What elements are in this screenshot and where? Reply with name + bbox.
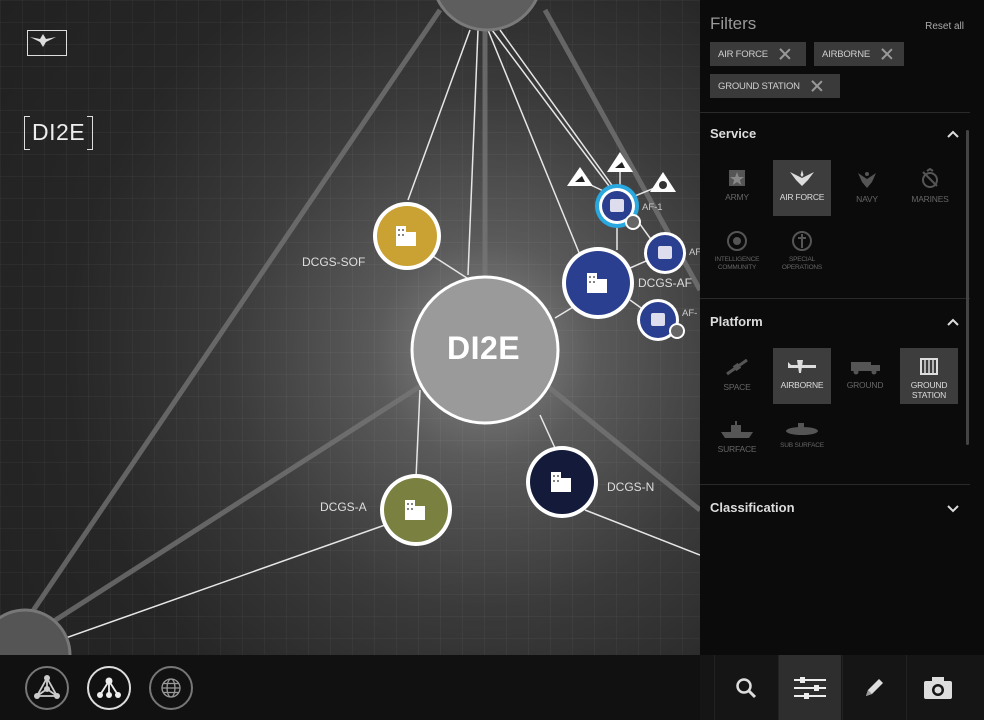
node-label-af-1: AF-1	[642, 202, 663, 213]
node-af-2[interactable]	[644, 232, 686, 274]
divider	[700, 298, 970, 299]
hierarchy-view-button[interactable]	[87, 666, 131, 710]
node-label-af-3: AF-	[682, 308, 698, 319]
satellite-icon	[726, 358, 748, 376]
service-tile-intelligence-community[interactable]: INTELLIGENCE COMMUNITY	[708, 222, 766, 278]
tile-label: SPECIAL OPERATIONS	[781, 256, 823, 271]
chip-label: AIR FORCE	[718, 48, 768, 60]
reset-all-link[interactable]: Reset all	[925, 21, 964, 32]
submarine-icon	[786, 423, 818, 435]
remove-chip-icon[interactable]	[810, 79, 824, 93]
platform-tile-space[interactable]: SPACE	[708, 348, 766, 404]
ship-icon	[721, 421, 753, 438]
special-ops-seal-icon	[792, 231, 812, 251]
filters-button[interactable]	[778, 655, 841, 720]
filter-chip-air-force[interactable]: AIR FORCE	[710, 42, 806, 66]
filter-chip-ground-station[interactable]: GROUND STATION	[710, 74, 840, 98]
node-af-1[interactable]	[595, 184, 641, 230]
filters-panel: Filters Reset all AIR FORCE AIRBORNE GRO…	[700, 0, 984, 655]
globe-view-button[interactable]	[149, 666, 193, 710]
service-section-title[interactable]: Service	[710, 126, 756, 141]
divider	[700, 484, 970, 485]
platform-tile-surface[interactable]: SURFACE	[708, 412, 766, 468]
view-mode-toolbar	[0, 655, 700, 720]
globe-icon	[161, 678, 181, 698]
aircraft-icon	[788, 360, 816, 373]
node-af-3[interactable]	[637, 299, 685, 341]
classification-section-title[interactable]: Classification	[710, 500, 795, 515]
chip-label: AIRBORNE	[822, 48, 871, 60]
panel-scrollbar[interactable]	[966, 130, 969, 445]
node-label-dcgs-a: DCGS-A	[320, 500, 367, 514]
graph-svg	[0, 0, 700, 655]
app-root: DI2E DI2E DCGS-SOF DCGS-AF DCGS-A DCGS-N…	[0, 0, 984, 720]
search-icon	[736, 677, 757, 698]
filters-title: Filters	[710, 14, 757, 33]
action-toolbar	[700, 655, 984, 720]
marines-emblem-icon	[922, 168, 938, 188]
edit-button[interactable]	[842, 655, 905, 720]
remove-chip-icon[interactable]	[880, 47, 894, 61]
remove-chip-icon[interactable]	[778, 47, 792, 61]
tile-label: GROUND	[846, 380, 884, 390]
chevron-down-icon[interactable]	[947, 502, 959, 514]
node-label-dcgs-n: DCGS-N	[607, 480, 655, 494]
platform-tile-sub-surface[interactable]: SUB SURFACE	[773, 412, 831, 468]
platform-tile-ground-station[interactable]: GROUND STATION	[900, 348, 958, 404]
brand-label: DI2E	[24, 116, 94, 150]
camera-icon	[924, 676, 952, 699]
service-tile-special-operations[interactable]: SPECIAL OPERATIONS	[773, 222, 831, 278]
platform-section-title[interactable]: Platform	[710, 314, 763, 329]
ground-station-icon	[920, 358, 938, 375]
tile-label: AIRBORNE	[780, 380, 824, 390]
filter-chip-airborne[interactable]: AIRBORNE	[814, 42, 904, 66]
chevron-up-icon[interactable]	[947, 316, 959, 328]
service-tile-marines[interactable]: MARINES	[901, 160, 959, 216]
navy-eagle-icon	[858, 172, 876, 188]
tile-label: SURFACE	[717, 444, 757, 454]
network-graph-canvas[interactable]: DI2E DI2E DCGS-SOF DCGS-AF DCGS-A DCGS-N…	[0, 0, 701, 655]
service-tile-navy[interactable]: NAVY	[838, 160, 896, 216]
intelligence-seal-icon	[727, 231, 747, 251]
node-label-dcgs-sof: DCGS-SOF	[302, 255, 366, 269]
network-view-button[interactable]	[25, 666, 69, 710]
top-partial-node[interactable]	[432, 0, 542, 32]
tile-label: GROUND STATION	[910, 380, 948, 400]
pencil-icon	[866, 678, 883, 696]
chevron-up-icon[interactable]	[947, 128, 959, 140]
ground-vehicle-icon	[851, 362, 880, 375]
tile-label: MARINES	[911, 194, 949, 204]
tile-label: NAVY	[856, 194, 878, 204]
tile-label: SPACE	[723, 382, 751, 392]
hierarchy-view-icon	[97, 677, 121, 698]
service-tile-air-force[interactable]: AIR FORCE	[773, 160, 831, 216]
army-star-icon	[729, 170, 745, 186]
thick-links	[17, 8, 700, 633]
agency-logo-icon	[27, 30, 67, 56]
platform-tile-ground[interactable]: GROUND	[836, 348, 894, 404]
tile-label: ARMY	[725, 192, 749, 202]
tile-label: SUB SURFACE	[780, 442, 824, 449]
sliders-icon	[794, 676, 826, 699]
service-tile-army[interactable]: ARMY	[708, 160, 766, 216]
network-view-icon	[34, 675, 60, 699]
air-force-wings-icon	[790, 170, 814, 186]
camera-button[interactable]	[906, 655, 969, 720]
tile-label: AIR FORCE	[779, 192, 825, 202]
tile-label: INTELLIGENCE COMMUNITY	[714, 256, 760, 271]
search-button[interactable]	[714, 655, 777, 720]
chip-label: GROUND STATION	[718, 80, 800, 92]
platform-tile-airborne[interactable]: AIRBORNE	[773, 348, 831, 404]
divider	[700, 112, 970, 113]
center-node-label: DI2E	[447, 330, 521, 366]
node-label-dcgs-af: DCGS-AF	[638, 276, 692, 290]
